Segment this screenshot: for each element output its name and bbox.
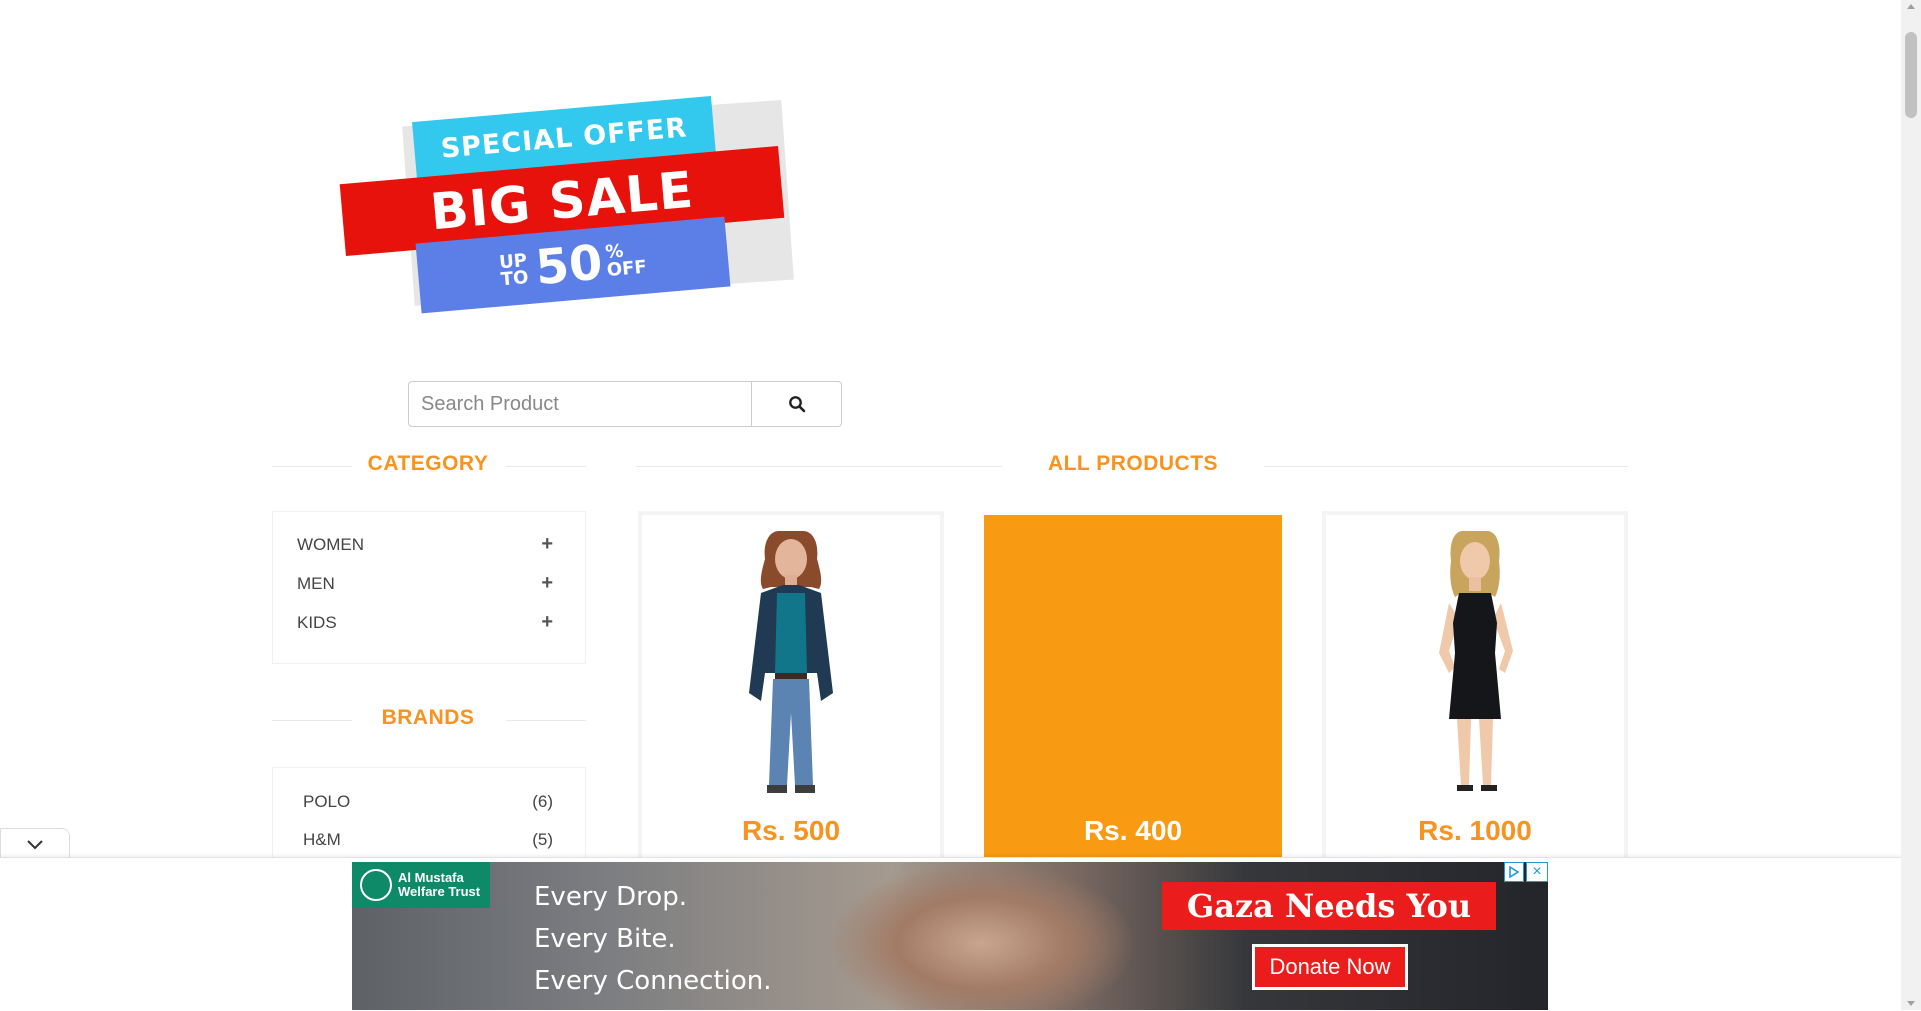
brand-item-hm[interactable]: H&M (5) (273, 821, 585, 859)
banner-off: % OFF (604, 241, 648, 282)
ad-photo (832, 862, 1132, 1010)
plus-icon[interactable]: + (541, 572, 553, 595)
plus-icon[interactable]: + (541, 533, 553, 556)
search-button[interactable] (752, 381, 842, 427)
category-title-line-right (506, 466, 586, 467)
woman-black-dress-photo (1439, 531, 1513, 791)
donate-button[interactable]: Donate Now (1252, 944, 1408, 990)
category-label: MEN (297, 573, 335, 593)
ad-collapse-toggle[interactable] (0, 828, 70, 859)
brand-label: H&M (303, 830, 341, 849)
product-card-hovered[interactable]: Rs. 400 (980, 511, 1286, 861)
products-title-line-right (1264, 466, 1628, 467)
product-price: Rs. 1000 (1418, 815, 1532, 846)
banner-upto-2: TO (499, 266, 530, 291)
category-item-women[interactable]: WOMEN + (273, 525, 585, 564)
product-card[interactable]: Rs. 1000 (1322, 511, 1628, 861)
brand-count: (5) (532, 830, 553, 849)
ad-line1: Every Drop. (534, 882, 687, 912)
scroll-up-icon[interactable] (1907, 4, 1915, 9)
scrollbar-thumb[interactable] (1905, 32, 1917, 118)
scroll-down-icon[interactable] (1907, 1001, 1915, 1006)
ad-close-icon[interactable]: × (1526, 862, 1548, 882)
ad-org-logo: Al Mustafa Welfare Trust (352, 862, 490, 908)
products-title-line-left (636, 466, 1002, 467)
product-price: Rs. 500 (741, 815, 841, 846)
product-image-black-dress[interactable] (1334, 519, 1616, 795)
products-title: ALL PRODUCTS (1047, 452, 1219, 475)
search-bar (408, 381, 842, 427)
brand-count: (6) (532, 792, 553, 811)
category-title: CATEGORY (367, 452, 489, 475)
ad-lines: Every Drop. Every Bite. Every Connection… (534, 876, 772, 1002)
brands-title: BRANDS (381, 706, 475, 729)
category-label: WOMEN (297, 534, 365, 554)
woman-cardigan-photo (749, 531, 833, 793)
ad-org-name: Al Mustafa Welfare Trust (398, 870, 481, 899)
brands-title-line-left (272, 720, 352, 721)
sale-banner: SPECIAL OFFER BIG SALE UP TO 50 % OFF (338, 95, 803, 314)
category-item-kids[interactable]: KIDS + (273, 603, 585, 642)
brand-label: POLO (303, 792, 351, 811)
brands-title-line-right (506, 720, 586, 721)
product-price: Rs. 400 (1083, 815, 1183, 846)
plus-icon[interactable]: + (541, 611, 553, 634)
brand-item-polo[interactable]: POLO (6) (273, 783, 585, 821)
page-scrollbar[interactable] (1901, 0, 1921, 1010)
search-input[interactable] (408, 381, 752, 427)
category-list: WOMEN + MEN + KIDS + (272, 511, 586, 664)
category-label: KIDS (297, 612, 337, 632)
banner-upto: UP TO (498, 250, 530, 291)
ad-banner[interactable]: Al Mustafa Welfare Trust Every Drop. Eve… (352, 862, 1548, 1010)
ad-headline: Gaza Needs You (1162, 882, 1496, 930)
chevron-down-icon (27, 840, 43, 850)
brand-list: POLO (6) H&M (5) (272, 767, 586, 867)
banner-percent: 50 (533, 234, 605, 297)
org-logo-icon (360, 869, 392, 901)
ad-line3: Every Connection. (534, 966, 772, 996)
adchoices-icon[interactable] (1504, 862, 1524, 882)
product-card[interactable]: Rs. 500 (638, 511, 944, 861)
category-title-line-left (272, 466, 352, 467)
ad-line2: Every Bite. (534, 924, 676, 954)
banner-off-text: OFF (606, 256, 648, 282)
product-image-woman-cardigan[interactable] (650, 519, 932, 795)
category-item-men[interactable]: MEN + (273, 564, 585, 603)
product-image-overlay[interactable] (992, 519, 1274, 795)
search-icon (788, 396, 805, 413)
